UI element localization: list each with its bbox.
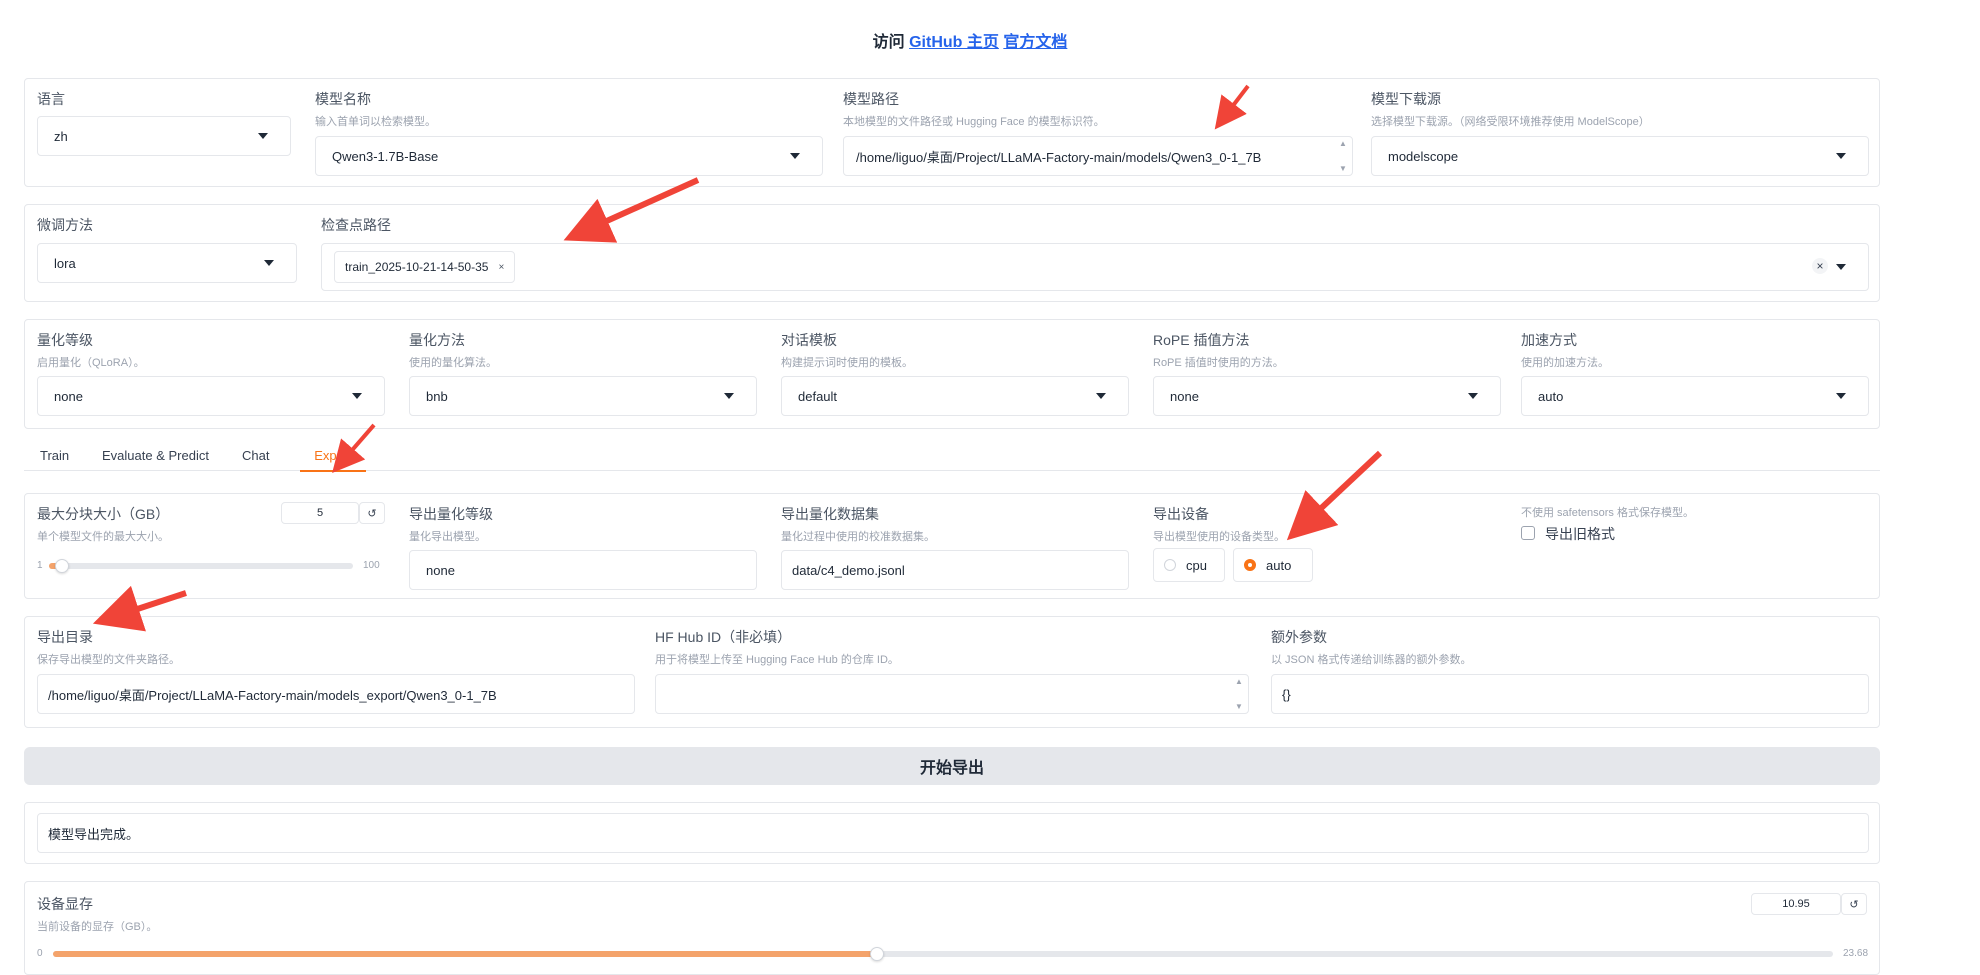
arrow-checkpoint bbox=[563, 177, 700, 243]
arrow-export-dir bbox=[92, 585, 187, 632]
arrow-export-tab bbox=[332, 423, 376, 474]
arrow-device bbox=[1286, 450, 1383, 541]
arrow-model-path bbox=[1214, 84, 1250, 130]
annotation-arrows bbox=[92, 84, 1383, 632]
